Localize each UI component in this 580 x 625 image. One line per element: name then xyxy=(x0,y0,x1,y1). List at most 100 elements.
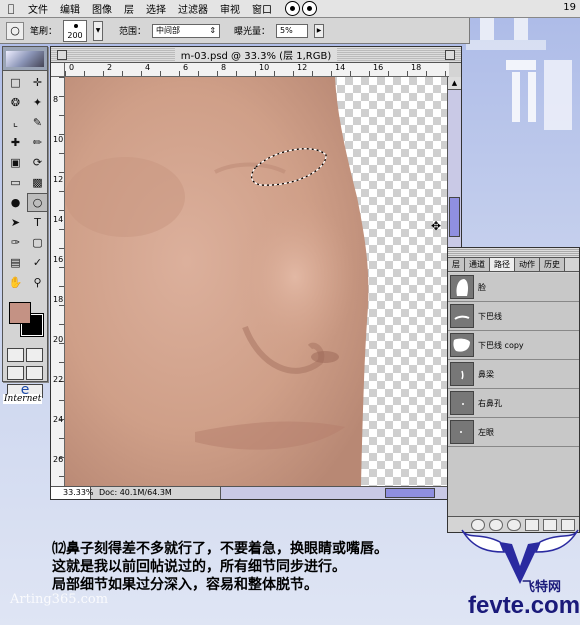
ruler-tick-label: 8 xyxy=(221,63,227,72)
vertical-scroll-thumb[interactable] xyxy=(449,197,460,237)
watermark-arting365: Arting365.com xyxy=(10,592,109,607)
menu-file[interactable]: 文件 xyxy=(22,1,54,16)
hand-tool-icon[interactable]: ✋ xyxy=(5,273,26,292)
menubar-clock: 19 xyxy=(563,2,576,13)
menu-view[interactable]: 审视 xyxy=(214,1,246,16)
menu-layer[interactable]: 层 xyxy=(118,1,140,16)
healing-brush-tool-icon[interactable]: ✚ xyxy=(5,133,26,152)
shape-tool-icon[interactable]: ▢ xyxy=(27,233,48,252)
screen-mode-standard-button[interactable] xyxy=(7,366,24,380)
foreground-color-swatch[interactable] xyxy=(9,302,31,324)
tab-history[interactable]: 历史 xyxy=(540,258,565,271)
ruler-tick-label: 10 xyxy=(53,135,64,144)
crop-tool-icon[interactable]: ⌞ xyxy=(5,113,26,132)
magic-wand-tool-icon[interactable]: ✦ xyxy=(27,93,48,112)
standard-mode-button[interactable] xyxy=(7,348,24,362)
caption-line: 这就是我以前回帖说过的，所有细节同步进行。 xyxy=(52,559,346,575)
path-selection-tool-icon[interactable]: ➤ xyxy=(5,213,26,232)
history-brush-tool-icon[interactable]: ⟳ xyxy=(27,153,48,172)
caption-line: 局部细节如果过分深入，容易和整体脱节。 xyxy=(52,577,318,593)
fevte-wings-icon xyxy=(461,529,579,584)
gradient-tool-icon[interactable]: ▩ xyxy=(27,173,48,192)
move-tool-icon[interactable]: ✛ xyxy=(27,73,48,92)
internet-desktop-icon[interactable]: e Internet xyxy=(2,382,48,422)
exposure-input[interactable]: 5% xyxy=(276,23,309,38)
menu-image[interactable]: 图像 xyxy=(86,1,118,16)
pen-tool-icon[interactable]: ✑ xyxy=(5,233,26,252)
ruler-tick-label: 4 xyxy=(145,63,151,72)
path-item[interactable]: 脸 xyxy=(448,273,579,302)
marquee-tool-icon[interactable]: □ xyxy=(5,73,26,92)
zoom-level-field[interactable]: 33.33% xyxy=(51,487,94,499)
background-logo-graphic xyxy=(466,0,572,130)
internet-label: Internet xyxy=(3,394,43,404)
ruler-tick-label: 6 xyxy=(183,63,189,72)
notes-tool-icon[interactable]: ▤ xyxy=(5,253,26,272)
range-select[interactable]: 中间部 ⇕ xyxy=(152,23,221,38)
menu-select[interactable]: 选择 xyxy=(140,1,172,16)
tab-layers[interactable]: 层 xyxy=(448,258,465,271)
face-painting xyxy=(65,77,369,487)
ruler-tick-label: 20 xyxy=(53,335,64,344)
chevron-updown-icon: ⇕ xyxy=(209,26,217,35)
path-name: 左眼 xyxy=(478,427,494,437)
dodge-tool-icon[interactable]: ○ xyxy=(6,21,24,40)
eyedropper-tool-icon[interactable]: ✓ xyxy=(27,253,48,272)
path-thumbnail xyxy=(450,333,474,357)
brush-dropdown-button[interactable]: ▼ xyxy=(93,20,104,41)
tab-channels[interactable]: 通道 xyxy=(465,258,490,271)
exposure-arrow-button[interactable]: ▶ xyxy=(314,23,325,38)
document-statusbar: 33.33% Doc: 40.1M/64.3M xyxy=(51,486,461,499)
panel-titlebar[interactable] xyxy=(448,248,579,258)
blur-tool-icon[interactable]: ● xyxy=(5,193,26,212)
brush-preview[interactable]: 200 xyxy=(63,19,88,42)
slice-tool-icon[interactable]: ✎ xyxy=(27,113,48,132)
tutorial-caption: ⑿鼻子刻得差不多就行了，不要着急，换眼睛或嘴唇。 这就是我以前回帖说过的，所有细… xyxy=(52,540,472,594)
path-name: 脸 xyxy=(478,282,486,292)
apple-menu-icon[interactable]:  xyxy=(0,2,22,15)
path-item[interactable]: 鼻梁 xyxy=(448,360,579,389)
ruler-tick-label: 18 xyxy=(411,63,422,72)
path-item[interactable]: 右鼻孔 xyxy=(448,389,579,418)
document-window: m-03.psd @ 33.3% (层 1,RGB) 0 2 4 6 8 10 12 14 16… xyxy=(50,46,462,500)
type-tool-icon[interactable]: T xyxy=(27,213,48,232)
range-label: 范围： xyxy=(119,27,147,37)
tab-paths[interactable]: 路径 xyxy=(490,258,515,271)
screen-mode-full-button[interactable] xyxy=(26,366,43,380)
horizontal-scroll-thumb[interactable] xyxy=(385,488,435,498)
path-thumbnail xyxy=(450,275,474,299)
paths-panel: 层 通道 路径 动作 历史 脸 下巴线 下巴线 copy 鼻梁 右鼻孔 左眼 xyxy=(447,247,580,533)
menu-edit[interactable]: 编辑 xyxy=(54,1,86,16)
path-item[interactable]: 下巴线 xyxy=(448,302,579,331)
doc-size-info[interactable]: Doc: 40.1M/64.3M xyxy=(91,487,221,499)
path-name: 下巴线 copy xyxy=(478,340,524,350)
clone-stamp-tool-icon[interactable]: ▣ xyxy=(5,153,26,172)
brush-tool-icon[interactable]: ✏ xyxy=(27,133,48,152)
image-canvas[interactable] xyxy=(65,77,449,487)
close-box-icon[interactable] xyxy=(57,50,67,60)
ruler-horizontal[interactable]: 0246810121416182022 xyxy=(65,63,449,77)
ruler-tick-label: 2 xyxy=(107,63,113,72)
path-thumbnail xyxy=(450,391,474,415)
menu-filter[interactable]: 过滤器 xyxy=(172,1,214,16)
eraser-tool-icon[interactable]: ▭ xyxy=(5,173,26,192)
brush-size: 200 xyxy=(67,30,83,40)
toolbox-header-logo xyxy=(3,47,47,71)
path-item[interactable]: 左眼 xyxy=(448,418,579,447)
ruler-tick-label: 24 xyxy=(53,415,64,424)
horizontal-scrollbar[interactable] xyxy=(221,487,461,499)
zoom-box-icon[interactable] xyxy=(445,50,455,60)
dodge-tool-button-icon[interactable]: ○ xyxy=(27,193,48,212)
zoom-tool-icon[interactable]: ⚲ xyxy=(27,273,48,292)
path-item[interactable]: 下巴线 copy xyxy=(448,331,579,360)
document-titlebar[interactable]: m-03.psd @ 33.3% (层 1,RGB) xyxy=(51,47,461,63)
ruler-origin[interactable] xyxy=(51,63,65,77)
menu-window[interactable]: 窗口 xyxy=(246,1,278,16)
tab-actions[interactable]: 动作 xyxy=(515,258,540,271)
ruler-tick-label: 22 xyxy=(53,375,64,384)
quickmask-mode-button[interactable] xyxy=(26,348,43,362)
lasso-tool-icon[interactable]: ❂ xyxy=(5,93,26,112)
ruler-vertical[interactable]: 8 10 12 14 16 18 20 22 24 26 xyxy=(51,77,65,487)
ruler-tick-label: 14 xyxy=(335,63,346,72)
scroll-up-icon[interactable]: ▲ xyxy=(448,77,461,90)
